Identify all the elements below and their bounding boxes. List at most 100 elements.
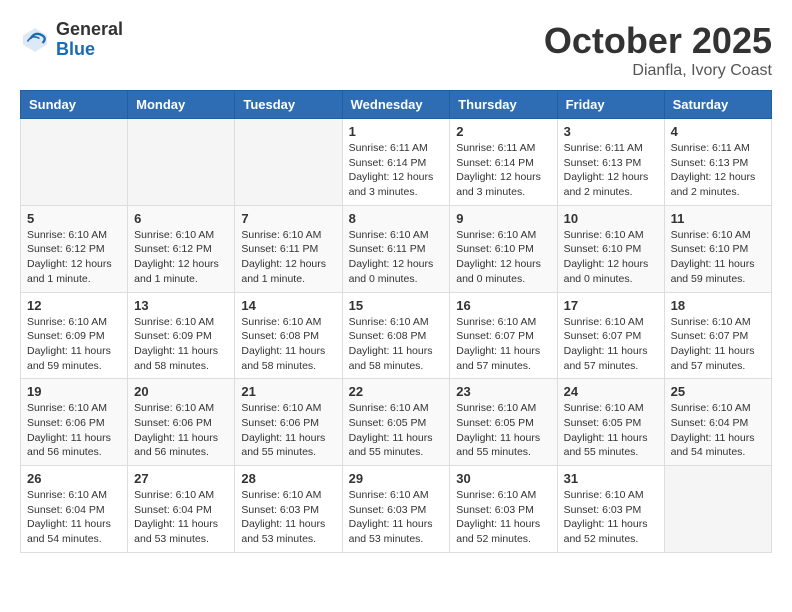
day-number: 27 xyxy=(134,471,228,486)
calendar-week-4: 19Sunrise: 6:10 AM Sunset: 6:06 PM Dayli… xyxy=(21,379,772,466)
weekday-header-wednesday: Wednesday xyxy=(342,91,450,119)
calendar-cell: 17 Sunrise: 6:10 AM Sunset: 6:07 PM Dayli… xyxy=(557,292,664,379)
weekday-header-sunday: Sunday xyxy=(21,91,128,119)
day-info: Sunrise: 6:10 AM Sunset: 6:09 PM Dayligh… xyxy=(134,315,228,374)
day-info: Sunrise: 6:10 AM Sunset: 6:12 PM Dayligh… xyxy=(134,228,228,287)
logo: General Blue xyxy=(20,20,123,60)
calendar-cell: 27Sunrise: 6:10 AM Sunset: 6:04 PM Dayli… xyxy=(128,466,235,553)
calendar-cell: 20 Sunrise: 6:10 AM Sunset: 6:06 PM Dayli… xyxy=(128,379,235,466)
day-number: 7 xyxy=(241,211,335,226)
calendar-cell: 19Sunrise: 6:10 AM Sunset: 6:06 PM Dayli… xyxy=(21,379,128,466)
weekday-header-saturday: Saturday xyxy=(664,91,771,119)
day-number: 8 xyxy=(349,211,444,226)
calendar-cell: 4 Sunrise: 6:11 AM Sunset: 6:13 PM Daylig… xyxy=(664,119,771,206)
calendar-cell: 30 Sunrise: 6:10 AM Sunset: 6:03 PM Dayli… xyxy=(450,466,557,553)
day-info: Sunrise: 6:10 AM Sunset: 6:08 PM Dayligh… xyxy=(349,315,444,374)
logo-text: General Blue xyxy=(56,20,123,60)
day-info: Sunrise: 6:10 AM Sunset: 6:05 PM Dayligh… xyxy=(349,401,444,460)
day-number: 17 xyxy=(564,298,658,313)
day-number: 29 xyxy=(349,471,444,486)
day-number: 25 xyxy=(671,384,765,399)
calendar-cell: 8Sunrise: 6:10 AM Sunset: 6:11 PM Daylig… xyxy=(342,205,450,292)
day-number: 10 xyxy=(564,211,658,226)
day-number: 28 xyxy=(241,471,335,486)
calendar-week-1: 1Sunrise: 6:11 AM Sunset: 6:14 PM Daylig… xyxy=(21,119,772,206)
logo-general: General xyxy=(56,20,123,40)
day-info: Sunrise: 6:10 AM Sunset: 6:12 PM Dayligh… xyxy=(27,228,121,287)
day-info: Sunrise: 6:10 AM Sunset: 6:03 PM Dayligh… xyxy=(241,488,335,547)
calendar-cell: 7Sunrise: 6:10 AM Sunset: 6:11 PM Daylig… xyxy=(235,205,342,292)
day-number: 9 xyxy=(456,211,550,226)
day-number: 30 xyxy=(456,471,550,486)
calendar-cell: 26 Sunrise: 6:10 AM Sunset: 6:04 PM Dayli… xyxy=(21,466,128,553)
day-info: Sunrise: 6:10 AM Sunset: 6:04 PM Dayligh… xyxy=(27,488,121,547)
day-info: Sunrise: 6:11 AM Sunset: 6:13 PM Dayligh… xyxy=(564,141,658,200)
calendar-cell: 29 Sunrise: 6:10 AM Sunset: 6:03 PM Dayli… xyxy=(342,466,450,553)
day-info: Sunrise: 6:10 AM Sunset: 6:03 PM Dayligh… xyxy=(564,488,658,547)
day-info: Sunrise: 6:10 AM Sunset: 6:10 PM Dayligh… xyxy=(456,228,550,287)
day-number: 12 xyxy=(27,298,121,313)
calendar-cell: 1Sunrise: 6:11 AM Sunset: 6:14 PM Daylig… xyxy=(342,119,450,206)
weekday-header-thursday: Thursday xyxy=(450,91,557,119)
day-info: Sunrise: 6:10 AM Sunset: 6:10 PM Dayligh… xyxy=(671,228,765,287)
calendar-cell xyxy=(21,119,128,206)
calendar-cell: 14 Sunrise: 6:10 AM Sunset: 6:08 PM Dayli… xyxy=(235,292,342,379)
calendar-cell: 5 Sunrise: 6:10 AM Sunset: 6:12 PM Daylig… xyxy=(21,205,128,292)
day-info: Sunrise: 6:10 AM Sunset: 6:06 PM Dayligh… xyxy=(27,401,121,460)
day-info: Sunrise: 6:10 AM Sunset: 6:07 PM Dayligh… xyxy=(456,315,550,374)
calendar-cell xyxy=(235,119,342,206)
day-number: 14 xyxy=(241,298,335,313)
day-info: Sunrise: 6:10 AM Sunset: 6:05 PM Dayligh… xyxy=(564,401,658,460)
calendar-week-2: 5 Sunrise: 6:10 AM Sunset: 6:12 PM Daylig… xyxy=(21,205,772,292)
day-info: Sunrise: 6:10 AM Sunset: 6:03 PM Dayligh… xyxy=(349,488,444,547)
calendar-week-5: 26 Sunrise: 6:10 AM Sunset: 6:04 PM Dayli… xyxy=(21,466,772,553)
day-number: 18 xyxy=(671,298,765,313)
day-number: 23 xyxy=(456,384,550,399)
calendar-cell: 12 Sunrise: 6:10 AM Sunset: 6:09 PM Dayli… xyxy=(21,292,128,379)
day-number: 5 xyxy=(27,211,121,226)
calendar-cell: 31Sunrise: 6:10 AM Sunset: 6:03 PM Dayli… xyxy=(557,466,664,553)
weekday-header-monday: Monday xyxy=(128,91,235,119)
calendar-cell: 3 Sunrise: 6:11 AM Sunset: 6:13 PM Daylig… xyxy=(557,119,664,206)
day-info: Sunrise: 6:10 AM Sunset: 6:03 PM Dayligh… xyxy=(456,488,550,547)
calendar: SundayMondayTuesdayWednesdayThursdayFrid… xyxy=(20,90,772,553)
day-number: 21 xyxy=(241,384,335,399)
day-info: Sunrise: 6:11 AM Sunset: 6:13 PM Dayligh… xyxy=(671,141,765,200)
day-info: Sunrise: 6:10 AM Sunset: 6:10 PM Dayligh… xyxy=(564,228,658,287)
day-info: Sunrise: 6:10 AM Sunset: 6:04 PM Dayligh… xyxy=(671,401,765,460)
calendar-cell: 24 Sunrise: 6:10 AM Sunset: 6:05 PM Dayli… xyxy=(557,379,664,466)
calendar-cell: 25 Sunrise: 6:10 AM Sunset: 6:04 PM Dayli… xyxy=(664,379,771,466)
weekday-header-friday: Friday xyxy=(557,91,664,119)
day-info: Sunrise: 6:10 AM Sunset: 6:06 PM Dayligh… xyxy=(241,401,335,460)
calendar-cell: 13 Sunrise: 6:10 AM Sunset: 6:09 PM Dayli… xyxy=(128,292,235,379)
calendar-cell: 11Sunrise: 6:10 AM Sunset: 6:10 PM Dayli… xyxy=(664,205,771,292)
calendar-week-3: 12 Sunrise: 6:10 AM Sunset: 6:09 PM Dayli… xyxy=(21,292,772,379)
day-number: 4 xyxy=(671,124,765,139)
calendar-cell: 23Sunrise: 6:10 AM Sunset: 6:05 PM Dayli… xyxy=(450,379,557,466)
day-number: 3 xyxy=(564,124,658,139)
month-title: October 2025 xyxy=(544,20,772,62)
day-number: 24 xyxy=(564,384,658,399)
calendar-cell: 6Sunrise: 6:10 AM Sunset: 6:12 PM Daylig… xyxy=(128,205,235,292)
day-info: Sunrise: 6:10 AM Sunset: 6:06 PM Dayligh… xyxy=(134,401,228,460)
day-number: 15 xyxy=(349,298,444,313)
day-number: 2 xyxy=(456,124,550,139)
day-number: 13 xyxy=(134,298,228,313)
day-info: Sunrise: 6:10 AM Sunset: 6:07 PM Dayligh… xyxy=(671,315,765,374)
calendar-cell: 9 Sunrise: 6:10 AM Sunset: 6:10 PM Daylig… xyxy=(450,205,557,292)
day-number: 26 xyxy=(27,471,121,486)
calendar-cell: 28 Sunrise: 6:10 AM Sunset: 6:03 PM Dayli… xyxy=(235,466,342,553)
day-number: 22 xyxy=(349,384,444,399)
weekday-header-tuesday: Tuesday xyxy=(235,91,342,119)
calendar-cell: 15 Sunrise: 6:10 AM Sunset: 6:08 PM Dayli… xyxy=(342,292,450,379)
day-info: Sunrise: 6:11 AM Sunset: 6:14 PM Dayligh… xyxy=(456,141,550,200)
day-info: Sunrise: 6:10 AM Sunset: 6:08 PM Dayligh… xyxy=(241,315,335,374)
calendar-cell: 16Sunrise: 6:10 AM Sunset: 6:07 PM Dayli… xyxy=(450,292,557,379)
calendar-cell: 18 Sunrise: 6:10 AM Sunset: 6:07 PM Dayli… xyxy=(664,292,771,379)
day-number: 20 xyxy=(134,384,228,399)
logo-icon xyxy=(20,25,50,55)
day-info: Sunrise: 6:10 AM Sunset: 6:09 PM Dayligh… xyxy=(27,315,121,374)
calendar-cell: 22 Sunrise: 6:10 AM Sunset: 6:05 PM Dayli… xyxy=(342,379,450,466)
day-info: Sunrise: 6:10 AM Sunset: 6:07 PM Dayligh… xyxy=(564,315,658,374)
calendar-cell xyxy=(128,119,235,206)
